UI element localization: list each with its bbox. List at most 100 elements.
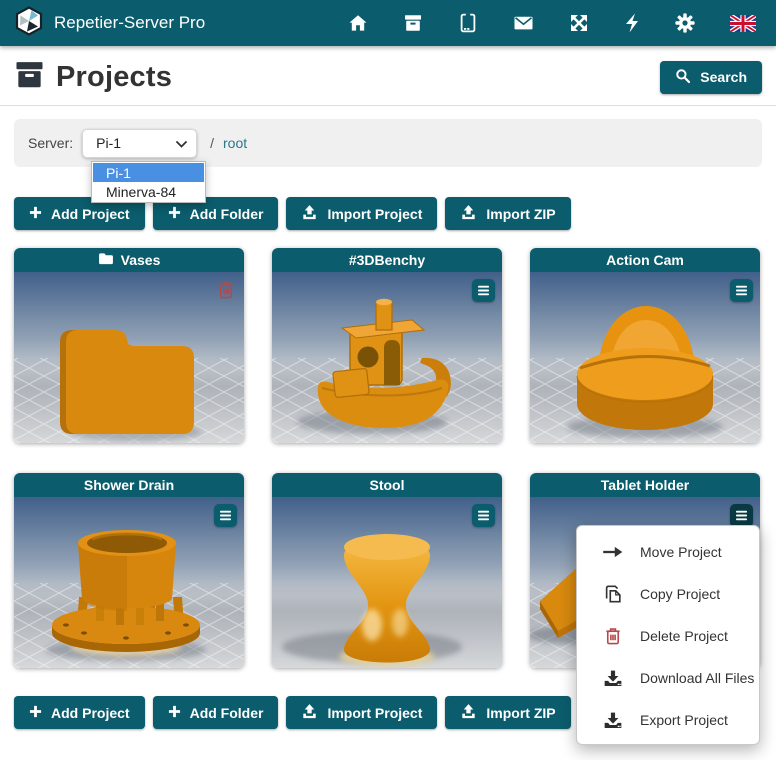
brand[interactable]: Repetier-Server Pro	[14, 6, 205, 41]
server-select-dropdown: Pi-1 Minerva-84	[91, 161, 206, 203]
add-project-label: Add Project	[51, 206, 130, 222]
menu-item-move-project[interactable]: Move Project	[577, 531, 759, 573]
server-select-value: Pi-1	[96, 135, 121, 151]
settings-gear-icon[interactable]	[675, 13, 695, 33]
plus-icon	[168, 705, 181, 721]
card-header: Stool	[272, 473, 502, 497]
project-preview-shower-drain	[14, 497, 244, 668]
breadcrumb-separator: /	[210, 135, 214, 151]
card-title: Stool	[370, 477, 405, 493]
hamburger-icon	[736, 284, 747, 297]
home-icon[interactable]	[348, 13, 368, 33]
download-icon	[602, 669, 624, 688]
header-divider	[0, 105, 776, 106]
fullscreen-arrows-icon[interactable]	[569, 13, 589, 33]
import-zip-label: Import ZIP	[486, 206, 555, 222]
server-option-pi1[interactable]: Pi-1	[93, 163, 204, 182]
card-header: Shower Drain	[14, 473, 244, 497]
card-title: Tablet Holder	[601, 477, 689, 493]
project-preview-action-cam	[530, 272, 760, 443]
add-folder-label: Add Folder	[190, 206, 264, 222]
menu-item-download-all-files[interactable]: Download All Files	[577, 657, 759, 699]
add-project-label: Add Project	[51, 705, 130, 721]
menu-item-label: Delete Project	[640, 628, 728, 644]
card-title: Action Cam	[606, 252, 684, 268]
menu-item-delete-project[interactable]: Delete Project	[577, 615, 759, 657]
search-icon	[675, 68, 691, 87]
card-title: Shower Drain	[84, 477, 174, 493]
printer-tablet-icon[interactable]	[458, 13, 478, 33]
folder-icon	[98, 252, 114, 268]
chevron-down-icon	[176, 135, 187, 151]
project-preview-3dbenchy	[272, 272, 502, 443]
plus-icon	[29, 705, 42, 721]
search-button[interactable]: Search	[660, 61, 762, 94]
import-project-button[interactable]: Import Project	[286, 197, 437, 230]
card-header: Vases	[14, 248, 244, 272]
add-folder-button[interactable]: Add Folder	[153, 696, 279, 729]
project-card-3dbenchy[interactable]: #3DBenchy	[272, 248, 502, 443]
card-title: #3DBenchy	[349, 252, 425, 268]
menu-item-label: Move Project	[640, 544, 722, 560]
page-header: Projects Search	[14, 59, 762, 95]
server-breadcrumb-bar: Server: Pi-1 / root Pi-1 Minerva-84	[14, 119, 762, 167]
hamburger-icon	[736, 509, 747, 522]
upload-icon	[301, 204, 318, 224]
card-menu-button[interactable]	[730, 279, 753, 302]
project-card-stool[interactable]: Stool	[272, 473, 502, 668]
brand-title: Repetier-Server Pro	[54, 13, 205, 33]
server-option-minerva84[interactable]: Minerva-84	[93, 182, 204, 201]
menu-item-copy-project[interactable]: Copy Project	[577, 573, 759, 615]
project-preview-vases	[14, 272, 244, 443]
import-zip-button[interactable]: Import ZIP	[445, 197, 570, 230]
messages-icon[interactable]	[513, 13, 534, 33]
card-header: Tablet Holder	[530, 473, 760, 497]
import-project-label: Import Project	[327, 705, 422, 721]
project-card-vases[interactable]: Vases	[14, 248, 244, 443]
project-card-shower-drain[interactable]: Shower Drain	[14, 473, 244, 668]
export-download-icon	[602, 711, 624, 730]
projects-archive-icon[interactable]	[403, 13, 423, 33]
arrow-right-icon	[602, 544, 624, 560]
menu-item-label: Download All Files	[640, 670, 754, 686]
import-zip-button[interactable]: Import ZIP	[445, 696, 570, 729]
upload-icon	[460, 204, 477, 224]
card-menu-button[interactable]	[472, 504, 495, 527]
page-title: Projects	[56, 61, 172, 94]
projects-archive-dark-icon	[14, 59, 45, 95]
import-project-label: Import Project	[327, 206, 422, 222]
plus-icon	[168, 206, 181, 222]
project-context-menu: Move Project Copy Project Delete Project	[576, 525, 760, 745]
top-navbar: Repetier-Server Pro	[0, 0, 776, 46]
import-zip-label: Import ZIP	[486, 705, 555, 721]
card-header: Action Cam	[530, 248, 760, 272]
server-label: Server:	[28, 135, 73, 151]
project-card-action-cam[interactable]: Action Cam	[530, 248, 760, 443]
hamburger-icon	[220, 509, 231, 522]
plus-icon	[29, 206, 42, 222]
add-project-button[interactable]: Add Project	[14, 696, 145, 729]
upload-icon	[301, 703, 318, 723]
menu-item-export-project[interactable]: Export Project	[577, 699, 759, 741]
trash-icon	[602, 626, 624, 646]
hamburger-icon	[478, 509, 489, 522]
delete-folder-button[interactable]	[216, 280, 236, 300]
upload-icon	[460, 703, 477, 723]
card-title: Vases	[121, 252, 161, 268]
language-flag-icon[interactable]	[730, 15, 756, 32]
card-header: #3DBenchy	[272, 248, 502, 272]
navbar-icons	[348, 13, 762, 33]
project-preview-stool	[272, 497, 502, 668]
breadcrumb-root-link[interactable]: root	[223, 135, 247, 151]
menu-item-label: Export Project	[640, 712, 728, 728]
repetier-logo-icon	[14, 6, 44, 41]
card-menu-button[interactable]	[472, 279, 495, 302]
power-bolt-icon[interactable]	[624, 13, 640, 33]
import-project-button[interactable]: Import Project	[286, 696, 437, 729]
card-menu-button[interactable]	[214, 504, 237, 527]
card-menu-button-active[interactable]	[730, 504, 753, 527]
menu-item-label: Copy Project	[640, 586, 720, 602]
search-button-label: Search	[700, 69, 747, 85]
hamburger-icon	[478, 284, 489, 297]
server-select[interactable]: Pi-1	[82, 129, 197, 158]
